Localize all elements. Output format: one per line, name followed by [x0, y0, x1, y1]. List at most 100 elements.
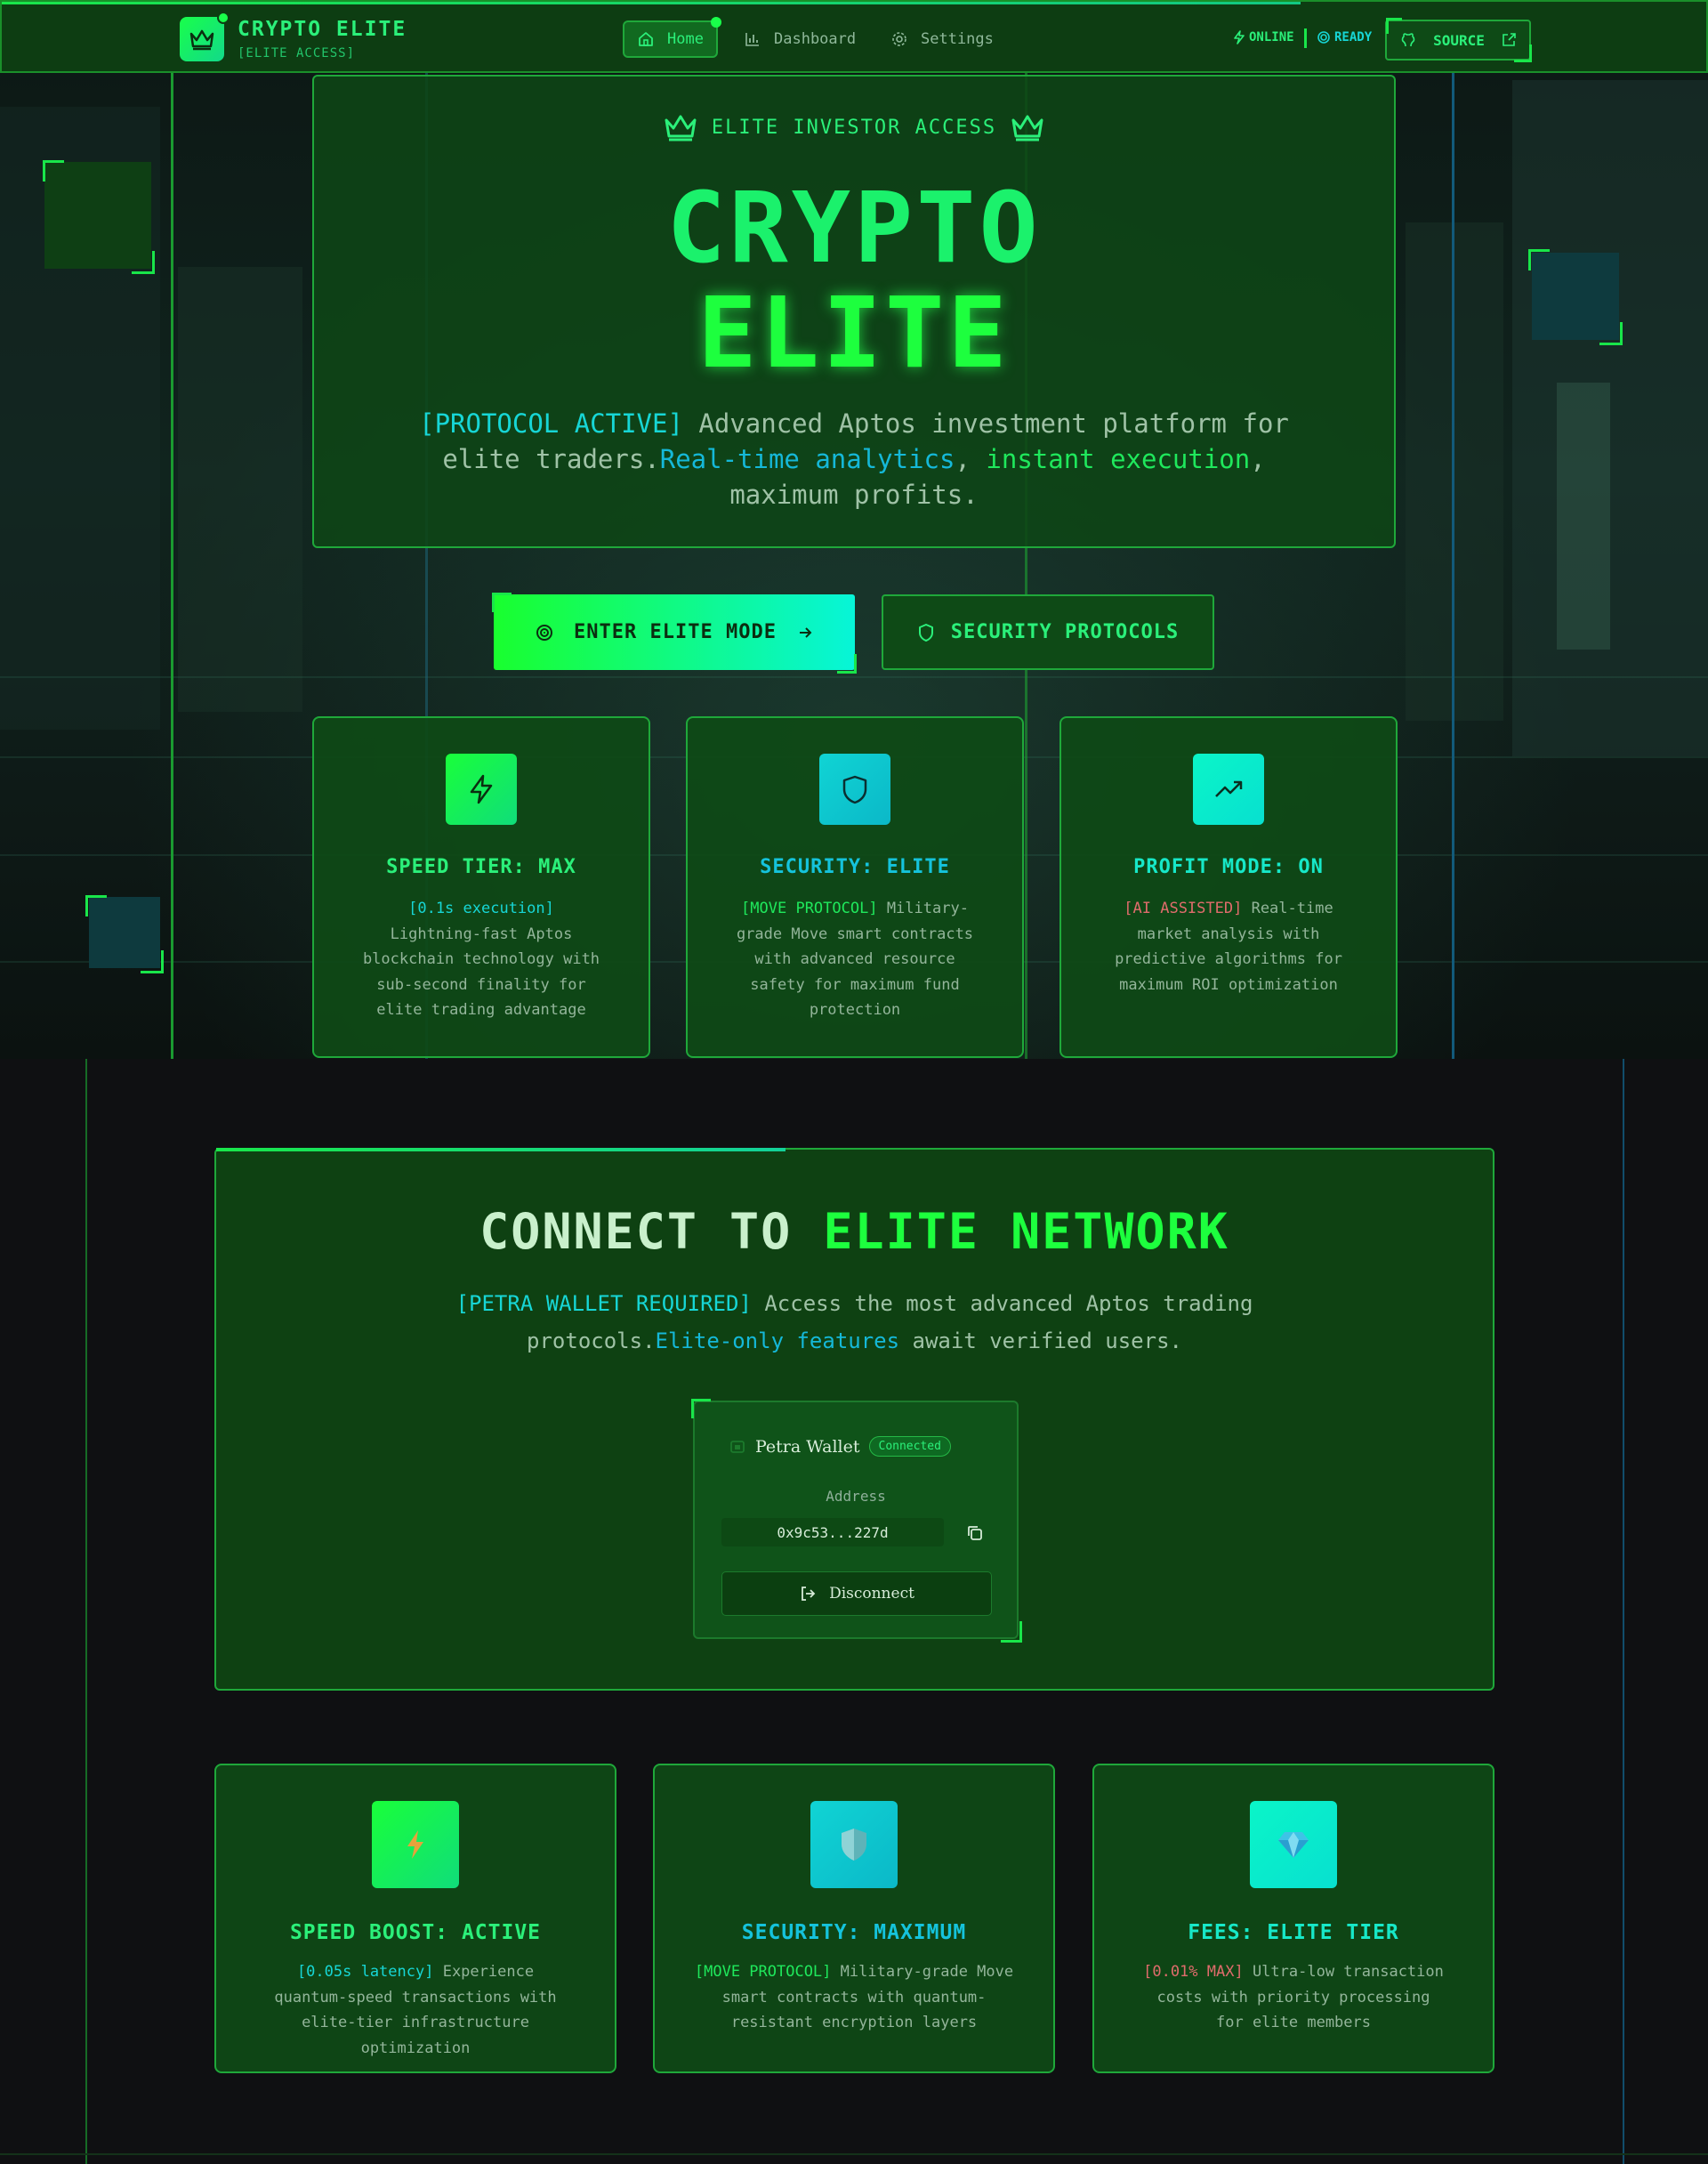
accent-line — [1452, 0, 1454, 1059]
footer-divider — [0, 2153, 1708, 2155]
connect-title-part1: CONNECT TO — [479, 1203, 824, 1260]
wallet-address[interactable]: 0x9c53...227d — [721, 1518, 944, 1546]
nav-link-label: Settings — [921, 30, 994, 48]
feature-text: Military-grade Move smart contracts with… — [736, 900, 974, 1019]
gem-icon — [1278, 1832, 1309, 1858]
feature-title: PROFIT MODE: ON — [1133, 856, 1324, 878]
connect-desc-text-end: await verified users. — [899, 1328, 1182, 1353]
hero-panel: ELITE INVESTOR ACCESS CRYPTO ELITE [PROT… — [312, 75, 1396, 548]
benefit-card-fees: FEES: ELITE TIER [0.01% MAX] Ultra-low t… — [1092, 1764, 1494, 2073]
feature-icon-box — [446, 754, 517, 825]
benefit-title: SPEED BOOST: ACTIVE — [289, 1921, 542, 1944]
feature-icon-box — [819, 754, 890, 825]
wallet-status-badge: Connected — [868, 1436, 951, 1457]
disconnect-button[interactable]: Disconnect — [721, 1571, 992, 1616]
feature-description: [AI ASSISTED] Real-time market analysis … — [1101, 896, 1356, 997]
crown-icon — [1011, 115, 1043, 141]
benefit-icon-box — [1250, 1801, 1337, 1888]
arrow-right-icon — [799, 626, 812, 638]
connect-title: CONNECT TO ELITE NETWORK — [216, 1203, 1493, 1260]
feature-icon-box — [1193, 754, 1264, 825]
feature-description: [0.1s execution] Lightning-fast Aptos bl… — [359, 896, 604, 1023]
source-button-label: SOURCE — [1433, 31, 1485, 49]
hero-badge-label: ELITE INVESTOR ACCESS — [711, 116, 997, 139]
lightning-icon — [1234, 30, 1245, 44]
hero-title-line1: CRYPTO — [666, 171, 1042, 285]
benefit-icon-box — [372, 1801, 459, 1888]
shield-icon — [918, 623, 933, 642]
crown-icon — [665, 115, 697, 141]
wallet-icon — [730, 1440, 745, 1453]
security-protocols-button[interactable]: SECURITY PROTOCOLS — [882, 594, 1214, 670]
feature-tag: [AI ASSISTED] — [1124, 900, 1243, 917]
wallet-name: Petra Wallet — [755, 1436, 860, 1457]
status-online: ONLINE — [1233, 30, 1294, 44]
github-icon — [1401, 33, 1415, 47]
connect-description: [PETRA WALLET REQUIRED] Access the most … — [439, 1285, 1270, 1360]
lightning-emoji-icon — [407, 1830, 423, 1859]
copy-icon — [968, 1526, 982, 1540]
trending-up-icon — [1215, 780, 1243, 797]
wallet-required-tag: [PETRA WALLET REQUIRED] — [455, 1291, 752, 1316]
wallet-card: Petra Wallet Connected Address 0x9c53...… — [693, 1401, 1019, 1639]
corner-bracket — [1386, 18, 1402, 34]
status-online-label: ONLINE — [1249, 30, 1294, 44]
benefit-tag: [0.01% MAX] — [1143, 1963, 1244, 1981]
connect-title-part2: ELITE NETWORK — [823, 1203, 1229, 1260]
corner-bracket — [43, 160, 64, 182]
nav-progress-line — [2, 2, 1301, 4]
corner-bracket — [132, 251, 155, 274]
hero-highlight-analytics: Real-time analytics — [659, 444, 955, 474]
brand-logo[interactable] — [180, 12, 230, 61]
home-icon — [639, 32, 653, 46]
copy-address-button[interactable] — [963, 1522, 987, 1545]
shield-emoji-icon — [842, 1829, 866, 1861]
crown-icon — [189, 29, 214, 51]
benefit-card-speed: SPEED BOOST: ACTIVE [0.05s latency] Expe… — [214, 1764, 616, 2073]
nav-link-dashboard[interactable]: Dashboard — [731, 20, 868, 58]
benefit-tag: [0.05s latency] — [296, 1963, 434, 1981]
security-protocols-label: SECURITY PROTOCOLS — [950, 621, 1180, 643]
benefit-title: SECURITY: MAXIMUM — [741, 1921, 967, 1944]
status-ready-label: READY — [1334, 30, 1373, 44]
corner-bracket — [1528, 249, 1550, 270]
lightning-icon — [470, 774, 493, 804]
accent-line — [1623, 1059, 1624, 2164]
source-button[interactable]: SOURCE — [1385, 20, 1531, 61]
connect-highlight: Elite-only features — [655, 1328, 900, 1353]
benefit-description: [0.01% MAX] Ultra-low transaction costs … — [1143, 1959, 1444, 2036]
brand-title[interactable]: CRYPTO ELITE — [238, 18, 407, 41]
enter-elite-mode-label: ENTER ELITE MODE — [574, 621, 777, 643]
protocol-tag: [PROTOCOL ACTIVE] — [419, 408, 683, 439]
feature-tag: [0.1s execution] — [408, 900, 554, 917]
feature-tag: [MOVE PROTOCOL] — [741, 900, 878, 917]
benefit-title: FEES: ELITE TIER — [1188, 1921, 1399, 1944]
nav-link-settings[interactable]: Settings — [878, 20, 1006, 58]
corner-bracket — [492, 593, 512, 612]
accent-line — [85, 1059, 87, 2164]
feature-card-speed: SPEED TIER: MAX [0.1s execution] Lightni… — [312, 716, 650, 1058]
feature-description: [MOVE PROTOCOL] Military-grade Move smar… — [723, 896, 987, 1023]
hero-title-line2: ELITE — [697, 276, 1011, 390]
logout-icon — [802, 1587, 816, 1601]
hero-desc-separator: , — [955, 444, 987, 474]
active-indicator-dot — [710, 17, 721, 28]
status-divider — [1304, 28, 1307, 48]
brand-status-dot — [217, 12, 230, 24]
benefit-description: [MOVE PROTOCOL] Military-grade Move smar… — [689, 1959, 1019, 2036]
target-icon — [536, 624, 553, 641]
wallet-address-label: Address — [826, 1488, 886, 1505]
status-ready: READY — [1317, 30, 1372, 44]
benefit-card-security: SECURITY: MAXIMUM [MOVE PROTOCOL] Milita… — [653, 1764, 1055, 2073]
benefit-icon-box — [810, 1801, 898, 1888]
navbar: CRYPTO ELITE [ELITE ACCESS] Home Dashboa… — [0, 0, 1708, 73]
hero-badge: ELITE INVESTOR ACCESS — [314, 112, 1394, 142]
nav-link-home[interactable]: Home — [623, 17, 721, 58]
feature-title: SPEED TIER: MAX — [386, 856, 576, 878]
corner-bracket — [85, 895, 107, 916]
enter-elite-mode-button[interactable]: ENTER ELITE MODE — [494, 594, 855, 670]
feature-card-profit: PROFIT MODE: ON [AI ASSISTED] Real-time … — [1059, 716, 1398, 1058]
feature-text: Lightning-fast Aptos blockchain technolo… — [362, 925, 600, 1020]
disconnect-label: Disconnect — [829, 1585, 914, 1603]
benefit-description: [0.05s latency] Experience quantum-speed… — [265, 1959, 566, 2061]
